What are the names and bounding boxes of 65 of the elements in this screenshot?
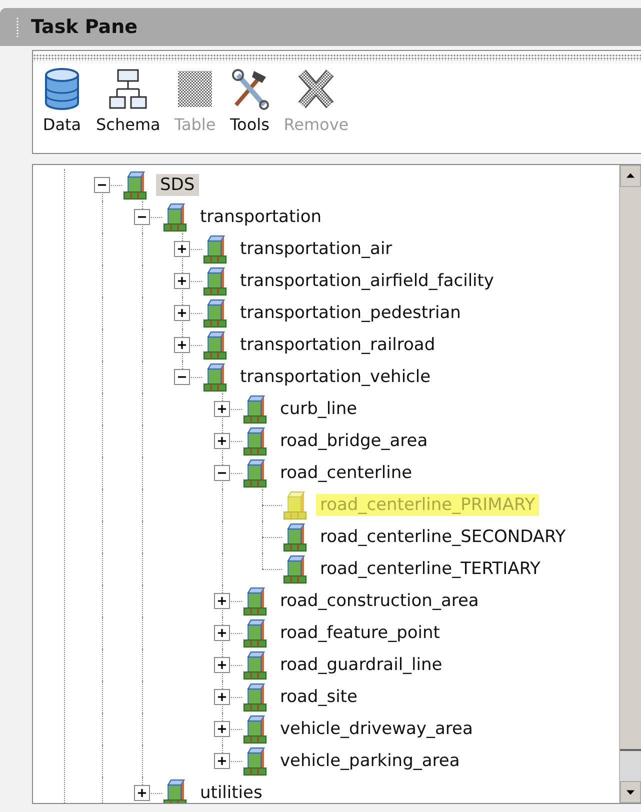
layer-icon <box>122 170 148 200</box>
expand-toggle[interactable] <box>214 721 230 737</box>
layer-icon <box>282 490 308 520</box>
expand-toggle[interactable] <box>214 657 230 673</box>
expand-toggle[interactable] <box>174 337 190 353</box>
cross-icon <box>296 67 336 111</box>
tree-item[interactable]: transportation_pedestrian <box>236 302 465 324</box>
expand-toggle[interactable] <box>214 593 230 609</box>
tree-item[interactable]: SDS <box>156 174 199 196</box>
tree-item[interactable]: transportation_air <box>236 238 396 260</box>
expand-toggle[interactable] <box>214 689 230 705</box>
layer-icon <box>202 234 228 264</box>
collapse-toggle[interactable] <box>94 177 110 193</box>
collapse-toggle[interactable] <box>174 369 190 385</box>
tree-item[interactable]: transportation_airfield_facility <box>236 270 498 292</box>
layer-icon <box>242 746 268 776</box>
tree-item[interactable]: transportation_vehicle <box>236 366 435 388</box>
layer-icon <box>242 586 268 616</box>
layer-icon <box>202 298 228 328</box>
tools-icon <box>230 67 270 111</box>
tree-item[interactable]: road_bridge_area <box>276 430 432 452</box>
expand-toggle[interactable] <box>174 273 190 289</box>
layer-icon <box>162 778 188 803</box>
expand-toggle[interactable] <box>214 433 230 449</box>
collapse-toggle[interactable] <box>214 465 230 481</box>
layer-icon <box>242 714 268 744</box>
tree-item[interactable]: utilities <box>196 782 266 803</box>
layer-icon <box>202 362 228 392</box>
tree-item[interactable]: road_feature_point <box>276 622 444 644</box>
toolbar-button[interactable]: Schema <box>91 67 166 134</box>
layer-icon <box>162 202 188 232</box>
scrollbar[interactable] <box>619 165 641 803</box>
tree-item[interactable]: transportation_railroad <box>236 334 440 356</box>
expand-toggle[interactable] <box>214 625 230 641</box>
tree-item[interactable]: road_guardrail_line <box>276 654 446 676</box>
tree-item[interactable]: vehicle_parking_area <box>276 750 464 772</box>
tree-item[interactable]: road_centerline <box>276 462 416 484</box>
layer-icon <box>242 458 268 488</box>
expand-toggle[interactable] <box>214 753 230 769</box>
tree-item[interactable]: curb_line <box>276 398 362 420</box>
expand-toggle[interactable] <box>174 241 190 257</box>
layer-icon <box>242 394 268 424</box>
expand-toggle[interactable] <box>174 305 190 321</box>
hierarchy-icon <box>108 67 148 111</box>
tree-item[interactable]: road_construction_area <box>276 590 483 612</box>
tree-item[interactable]: road_site <box>276 686 362 708</box>
layer-icon <box>242 426 268 456</box>
layer-icon <box>242 650 268 680</box>
layer-icon <box>242 682 268 712</box>
layer-icon <box>202 330 228 360</box>
expand-toggle[interactable] <box>134 785 150 801</box>
layer-icon <box>282 522 308 552</box>
database-icon <box>42 67 82 111</box>
expand-toggle[interactable] <box>214 401 230 417</box>
tree-item[interactable]: road_centerline_SECONDARY <box>316 526 570 548</box>
pane-title: Task Pane <box>31 16 138 38</box>
layer-icon <box>282 554 308 584</box>
tree-item[interactable]: vehicle_driveway_area <box>276 718 477 740</box>
layer-icon <box>242 618 268 648</box>
tree-item[interactable]: road_centerline_TERTIARY <box>316 558 544 580</box>
tree-item[interactable]: transportation <box>196 206 326 228</box>
toolbar-button[interactable]: Data <box>37 67 87 134</box>
collapse-toggle[interactable] <box>134 209 150 225</box>
layer-icon <box>202 266 228 296</box>
toolbar-button[interactable]: Tools <box>224 67 275 134</box>
